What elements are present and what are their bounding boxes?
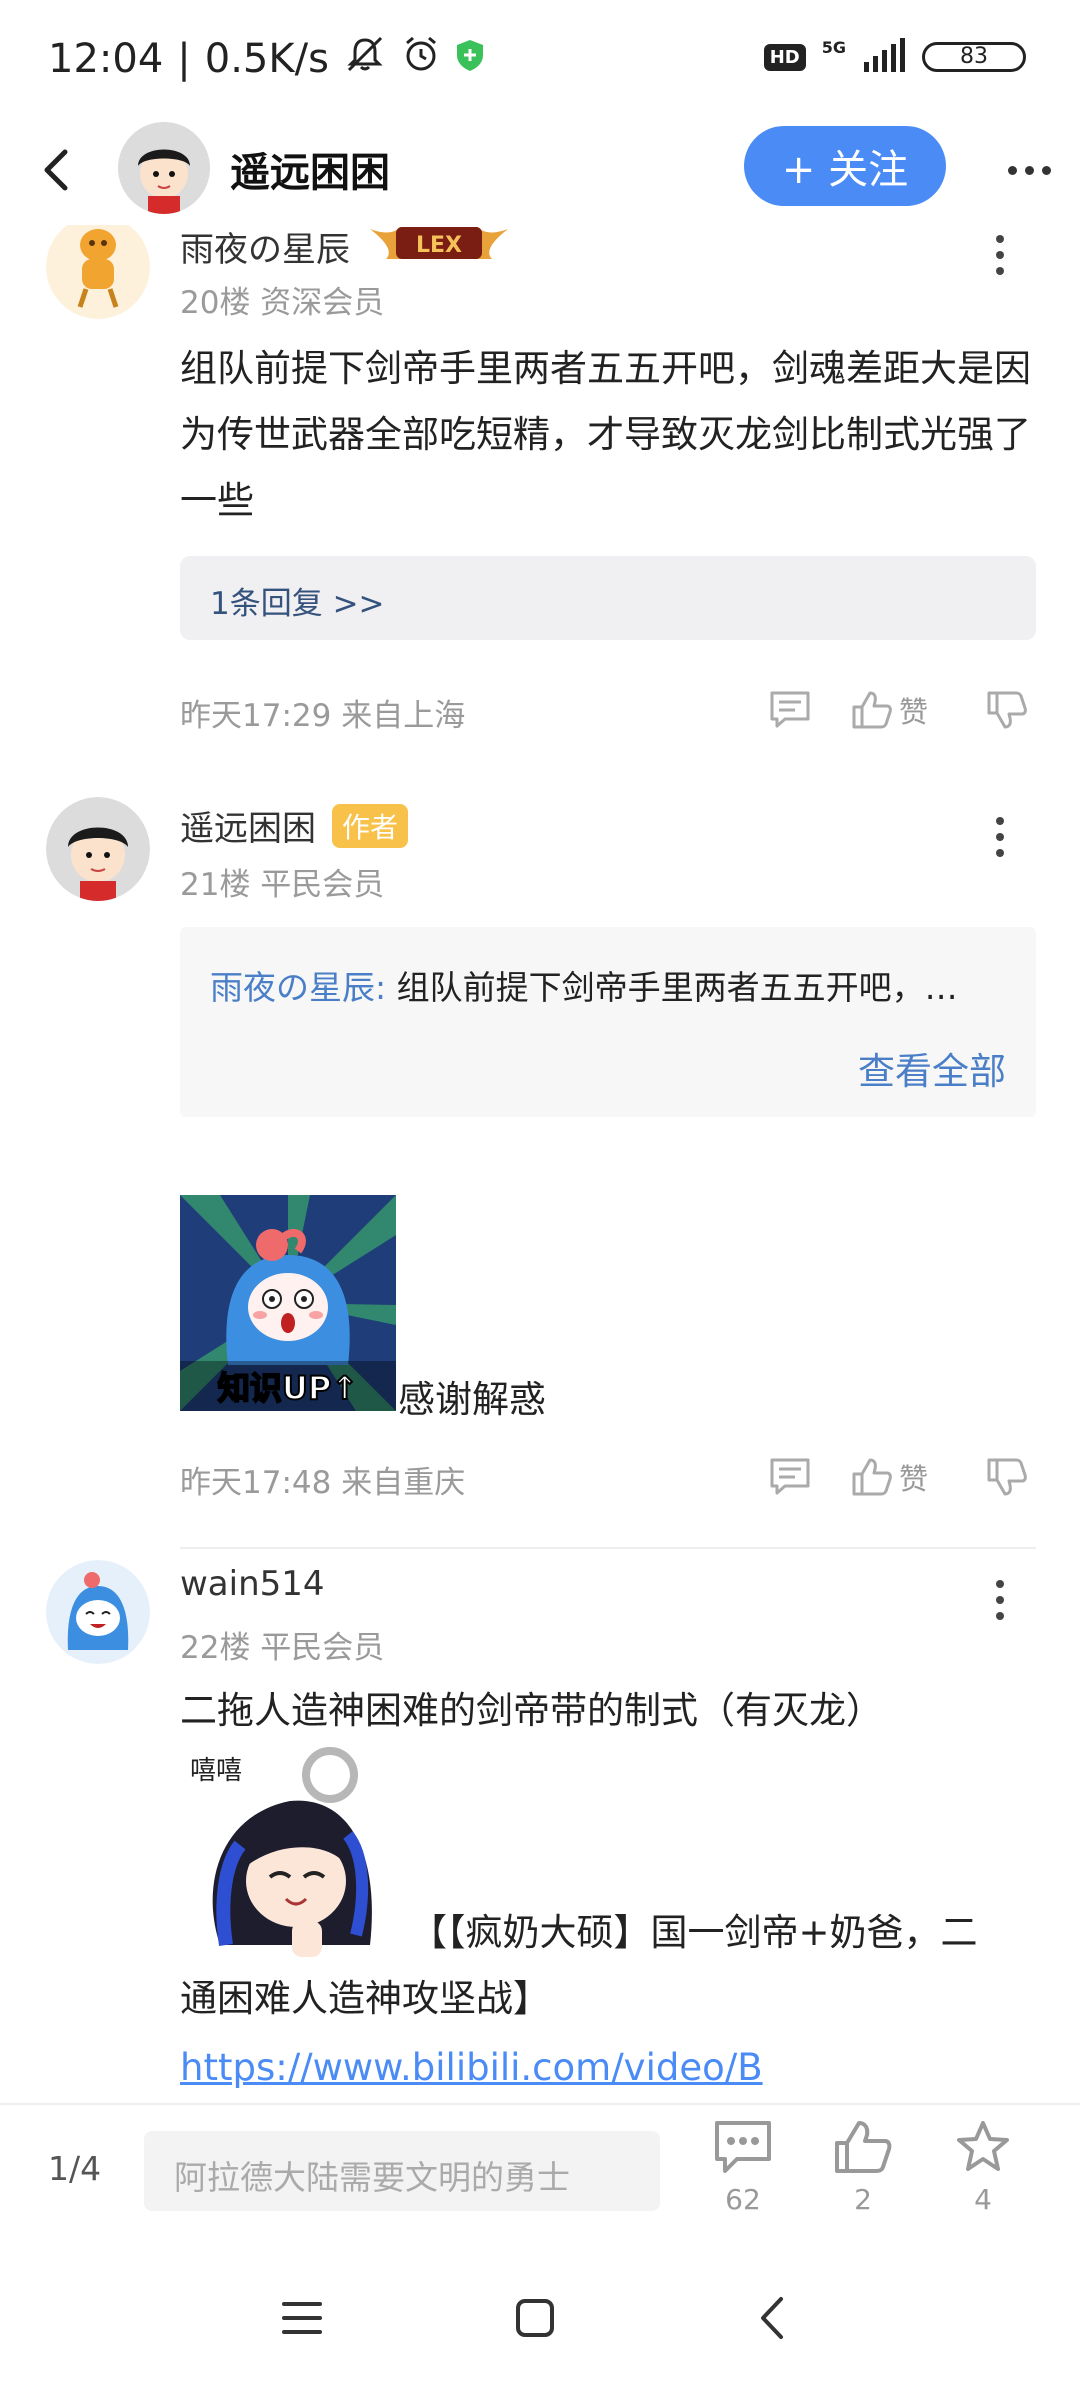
home-square-icon [516, 2299, 554, 2337]
view-all-link[interactable]: 查看全部 [858, 1041, 1006, 1095]
svg-text:LEX: LEX [416, 233, 462, 258]
comment-actions: 赞 [769, 680, 1040, 740]
reply-input[interactable]: 阿拉德大陆需要文明的勇士 [144, 2131, 660, 2211]
comment-meta: 22楼 平民会员 [180, 1630, 385, 1666]
stars-count: 4 [974, 2183, 992, 2216]
signal-icon [862, 38, 906, 76]
reply-comment-icon[interactable] [769, 1457, 811, 1497]
comment-avatar[interactable] [46, 797, 150, 901]
comment-menu-button[interactable] [990, 1570, 1010, 1630]
comments-button[interactable]: 62 [698, 2119, 788, 2216]
comment-divider [180, 1547, 1036, 1549]
author-tag: 作者 [332, 803, 409, 848]
follow-button[interactable]: + 关注 [744, 126, 946, 206]
like-label: 赞 [898, 1462, 928, 1496]
header-username[interactable]: 遥远困困 [230, 140, 390, 198]
comment-avatar[interactable] [46, 1560, 150, 1664]
thumbs-down-icon [987, 691, 1027, 729]
quote-author[interactable]: 雨夜の星辰: [210, 968, 386, 1007]
comment-text-line: 二拖人造神困难的剑帝带的制式（有灭龙） [180, 1689, 883, 1732]
alarm-icon [401, 34, 441, 84]
sticker-text: 知识UP↑ [218, 1369, 358, 1407]
comment-time: 昨天17:29 来自上海 [180, 698, 466, 734]
mute-icon [343, 34, 387, 84]
status-separator: | [177, 36, 191, 82]
thumbs-up-icon [852, 1458, 892, 1496]
comment-author-row: wain514 [180, 1564, 325, 1604]
comment-author[interactable]: 遥远困困 [180, 801, 316, 850]
thumbs-up-icon [835, 2121, 892, 2173]
dislike-button[interactable] [986, 1457, 1028, 1497]
page-indicator[interactable]: 1/4 [48, 2149, 101, 2188]
status-left: 12:04 | 0.5K/s [48, 34, 485, 84]
comment-text: 组队前提下剑帝手里两者五五开吧，剑魂差距大是因为传世武器全部吃短精，才导致灭龙剑… [180, 347, 1031, 522]
comment-actions: 赞 [769, 1447, 1040, 1507]
likes-count: 2 [854, 2183, 872, 2216]
thread-header: 遥远困困 + 关注 [0, 120, 1080, 230]
back-button[interactable] [30, 140, 80, 200]
sticker-text: 嘻嘻 [190, 1756, 242, 1786]
status-time: 12:04 [48, 36, 164, 82]
comment-meta: 21楼 平民会员 [180, 867, 385, 903]
comment-list[interactable]: 雨夜の星辰 LEX 20楼 资深会员 组队前提下剑帝手里两者五五开吧，剑魂差距大… [0, 225, 1080, 2103]
comment-footer: 昨天17:29 来自上海 赞 [180, 680, 1040, 740]
shield-icon [455, 36, 485, 82]
reply-comment-icon[interactable] [769, 690, 811, 730]
thumbs-down-icon [987, 1458, 1027, 1496]
sticker-image[interactable]: 嘻嘻 [180, 1745, 396, 1961]
back-nav-button[interactable] [742, 2288, 802, 2348]
comment-author-row: 遥远困困 作者 [180, 801, 409, 850]
hd-badge: HD [763, 43, 806, 71]
status-speed: 0.5K/s [204, 36, 329, 82]
like-button[interactable]: 赞 [851, 1456, 928, 1498]
comments-count: 62 [725, 2183, 761, 2216]
quote-line: 雨夜の星辰: 组队前提下剑帝手里两者五五开吧，… [210, 961, 958, 1009]
comment-author[interactable]: wain514 [180, 1564, 325, 1604]
back-arrow-icon [44, 149, 68, 191]
thumbs-up-icon [852, 691, 892, 729]
comment-item: wain514 22楼 平民会员 二拖人造神困难的剑帝带的制式（有灭龙） 嘻嘻 … [0, 1560, 1080, 2103]
dislike-button[interactable] [986, 690, 1028, 730]
like-thread-button[interactable]: 2 [818, 2119, 908, 2216]
like-button[interactable]: 赞 [851, 689, 928, 731]
comment-menu-button[interactable] [990, 225, 1010, 285]
network-label: 5G [821, 37, 846, 57]
back-chevron-icon [761, 2297, 783, 2339]
like-label: 赞 [898, 695, 928, 729]
header-avatar[interactable] [118, 122, 210, 214]
menu-nav-button[interactable] [272, 2288, 332, 2348]
comment-meta: 20楼 资深会员 [180, 285, 385, 321]
comment-time: 昨天17:48 来自重庆 [180, 1465, 466, 1501]
replies-link[interactable]: 1条回复 >> [180, 556, 1036, 640]
comment-text: 感谢解惑 [398, 1378, 546, 1421]
comment-author[interactable]: 雨夜の星辰 [180, 225, 350, 271]
star-icon [957, 2121, 1009, 2171]
comment-avatar[interactable] [46, 225, 150, 319]
comment-item: 遥远困困 作者 21楼 平民会员 雨夜の星辰: 组队前提下剑帝手里两者五五开吧，… [0, 797, 1080, 1557]
comment-text-line: 通困难人造神攻坚战】 [180, 1977, 550, 2020]
more-options-button[interactable] [994, 140, 1064, 200]
comment-footer: 昨天17:48 来自重庆 赞 [180, 1447, 1040, 1507]
comment-text-line: 【【疯奶大硕】国一剑帝+奶爸，二 [410, 1911, 978, 1954]
video-link[interactable]: https://www.bilibili.com/video/B [180, 2046, 763, 2089]
battery-indicator: 83 [922, 42, 1026, 72]
status-right: HD 5G 83 [763, 37, 1026, 76]
comment-bubble-icon [715, 2121, 771, 2173]
level-badge-icon: LEX [366, 225, 512, 274]
comment-author-row: 雨夜の星辰 LEX [180, 225, 512, 274]
system-nav-bar [0, 2233, 1080, 2400]
comment-menu-button[interactable] [990, 807, 1010, 867]
favorite-button[interactable]: 4 [938, 2119, 1028, 2216]
quote-text: 组队前提下剑帝手里两者五五开吧，… [386, 968, 958, 1007]
sticker-image[interactable]: 知识UP↑ [180, 1195, 396, 1411]
quoted-comment[interactable]: 雨夜の星辰: 组队前提下剑帝手里两者五五开吧，… 查看全部 [180, 927, 1036, 1117]
status-bar: 12:04 | 0.5K/s HD 5G 83 [0, 0, 1080, 120]
menu-icon [282, 2302, 322, 2334]
bottom-action-bar: 1/4 阿拉德大陆需要文明的勇士 62 2 4 [0, 2103, 1080, 2233]
home-nav-button[interactable] [505, 2288, 565, 2348]
